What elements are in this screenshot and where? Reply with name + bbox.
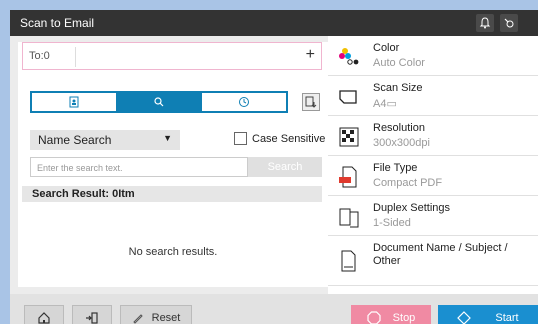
search-button[interactable]: Search (248, 157, 322, 177)
start-button[interactable]: Start (438, 305, 538, 324)
destination-panel: To:0 + Name Search ▼ Case Sensitive Ente… (18, 42, 328, 287)
tab-search[interactable] (117, 93, 202, 111)
setting-value: Auto Color (373, 57, 425, 69)
bell-icon[interactable] (476, 14, 494, 32)
setting-name: Resolution (373, 122, 425, 134)
search-result-count: Search Result: 0Itm (32, 188, 135, 200)
stop-label: Stop (392, 312, 416, 324)
destination-count: To:0 (29, 50, 50, 62)
address-list-icon (305, 96, 317, 108)
reset-button[interactable]: Reset (120, 305, 192, 324)
reset-icon (132, 314, 143, 324)
search-placeholder: Enter the search text. (37, 163, 123, 173)
setting-file-type[interactable]: File Type Compact PDF (328, 156, 538, 196)
resolution-icon (339, 127, 359, 147)
stop-button[interactable]: Stop (351, 305, 431, 324)
search-mode-label: Name Search (38, 133, 112, 147)
pdf-icon (339, 166, 357, 188)
settings-icon[interactable] (500, 14, 518, 32)
color-icon (339, 48, 359, 65)
address-tabs (30, 91, 288, 113)
search-result-bar: Search Result: 0Itm (22, 186, 322, 202)
caret-down-icon: ▼ (163, 133, 172, 143)
home-button[interactable] (24, 305, 64, 324)
document-icon (341, 250, 356, 272)
job-icon (86, 312, 98, 324)
search-mode-select[interactable]: Name Search ▼ (30, 130, 180, 150)
setting-name: File Type (373, 162, 418, 174)
setting-resolution[interactable]: Resolution 300x300dpi (328, 116, 538, 156)
setting-duplex[interactable]: Duplex Settings 1-Sided (328, 196, 538, 236)
address-detail-button[interactable] (302, 93, 320, 111)
address-book-icon (69, 96, 79, 108)
scan-to-email-screen: Scan to Email To:0 + Name Search ▼ Case … (10, 10, 538, 324)
settings-panel: Color Auto Color Scan Size A4▭ Resolutio… (328, 36, 538, 294)
case-sensitive-checkbox[interactable]: Case Sensitive (234, 132, 325, 145)
start-label: Start (495, 312, 519, 324)
setting-name: Document Name / Subject / Other (373, 242, 508, 267)
search-input[interactable]: Enter the search text. (30, 157, 248, 177)
home-icon (38, 312, 50, 324)
tab-address-book[interactable] (32, 93, 117, 111)
title-bar: Scan to Email (10, 10, 538, 36)
setting-name: Color (373, 42, 400, 54)
destination-field[interactable]: To:0 + (22, 42, 322, 70)
reset-label: Reset (151, 312, 181, 324)
duplex-icon (339, 208, 359, 228)
setting-color[interactable]: Color Auto Color (328, 36, 538, 76)
empty-results-message: No search results. (128, 246, 218, 258)
case-sensitive-label: Case Sensitive (252, 132, 326, 145)
divider (75, 47, 76, 67)
add-destination-button[interactable]: + (306, 46, 315, 64)
tab-history[interactable] (202, 93, 286, 111)
setting-value: Compact PDF (373, 177, 443, 189)
scan-size-icon (339, 90, 357, 104)
setting-value: 1-Sided (373, 217, 411, 229)
setting-name: Duplex Settings (373, 202, 451, 214)
setting-value: A4▭ (373, 98, 397, 110)
setting-name: Scan Size (373, 82, 423, 94)
search-icon (154, 97, 164, 107)
setting-document-name[interactable]: Document Name / Subject / Other (328, 236, 538, 286)
history-icon (239, 97, 249, 107)
page-title: Scan to Email (20, 16, 95, 30)
start-icon (457, 311, 472, 324)
job-button[interactable] (72, 305, 112, 324)
stop-icon (367, 311, 381, 324)
setting-scan-size[interactable]: Scan Size A4▭ (328, 76, 538, 116)
setting-value: 300x300dpi (373, 137, 430, 149)
checkbox-box (234, 132, 247, 145)
